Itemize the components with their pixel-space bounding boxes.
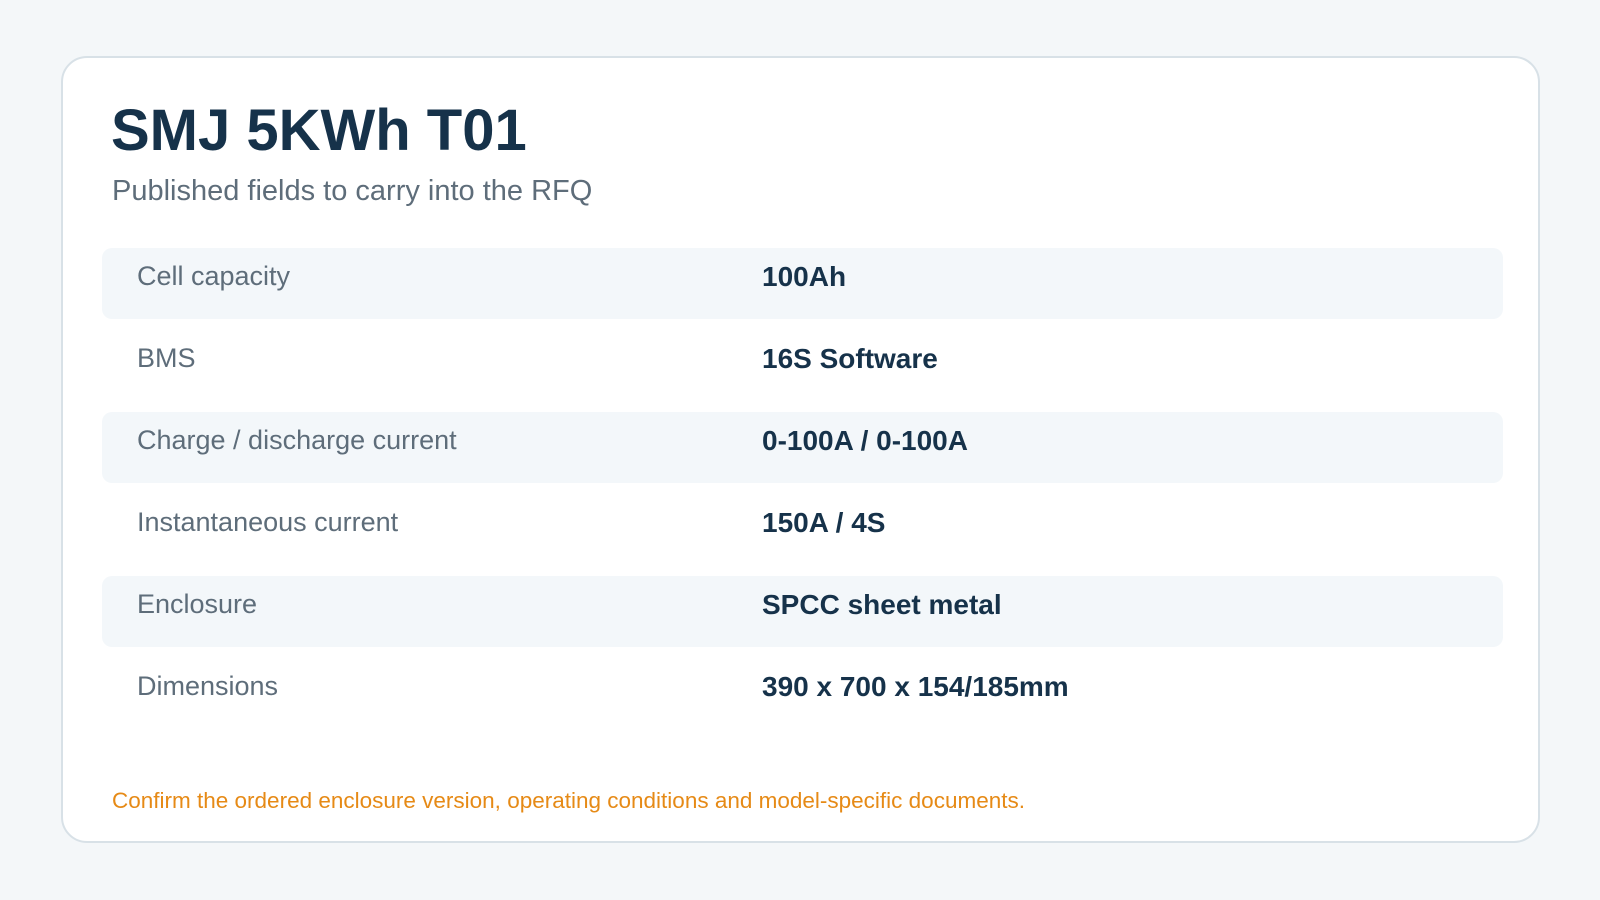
- spec-row-enclosure: Enclosure SPCC sheet metal: [102, 576, 1503, 647]
- spec-value: 0-100A / 0-100A: [762, 425, 968, 456]
- spec-row-cell-capacity: Cell capacity 100Ah: [102, 248, 1503, 319]
- page-title: SMJ 5KWh T01: [111, 98, 527, 163]
- spec-value: SPCC sheet metal: [762, 589, 1002, 620]
- spec-label: Charge / discharge current: [137, 425, 457, 455]
- spec-value: 100Ah: [762, 261, 847, 292]
- spec-label: Instantaneous current: [137, 507, 399, 537]
- spec-label: Dimensions: [137, 671, 279, 701]
- spec-value: 150A / 4S: [762, 507, 886, 538]
- spec-row-bms: BMS 16S Software: [102, 330, 1503, 401]
- spec-row-charge-discharge-current: Charge / discharge current 0-100A / 0-10…: [102, 412, 1503, 483]
- spec-value: 390 x 700 x 154/185mm: [762, 671, 1069, 702]
- spec-label: BMS: [137, 343, 196, 373]
- spec-value: 16S Software: [762, 343, 938, 374]
- page-subtitle: Published fields to carry into the RFQ: [112, 175, 593, 207]
- spec-row-dimensions: Dimensions 390 x 700 x 154/185mm: [102, 658, 1503, 729]
- spec-row-instantaneous-current: Instantaneous current 150A / 4S: [102, 494, 1503, 565]
- spec-label: Cell capacity: [137, 261, 291, 291]
- spec-label: Enclosure: [137, 589, 258, 619]
- spec-card: SMJ 5KWh T01 Published fields to carry i…: [61, 56, 1540, 843]
- confirmation-note: Confirm the ordered enclosure version, o…: [112, 788, 1025, 813]
- spec-table: Cell capacity 100Ah BMS 16S Software Cha…: [102, 248, 1503, 740]
